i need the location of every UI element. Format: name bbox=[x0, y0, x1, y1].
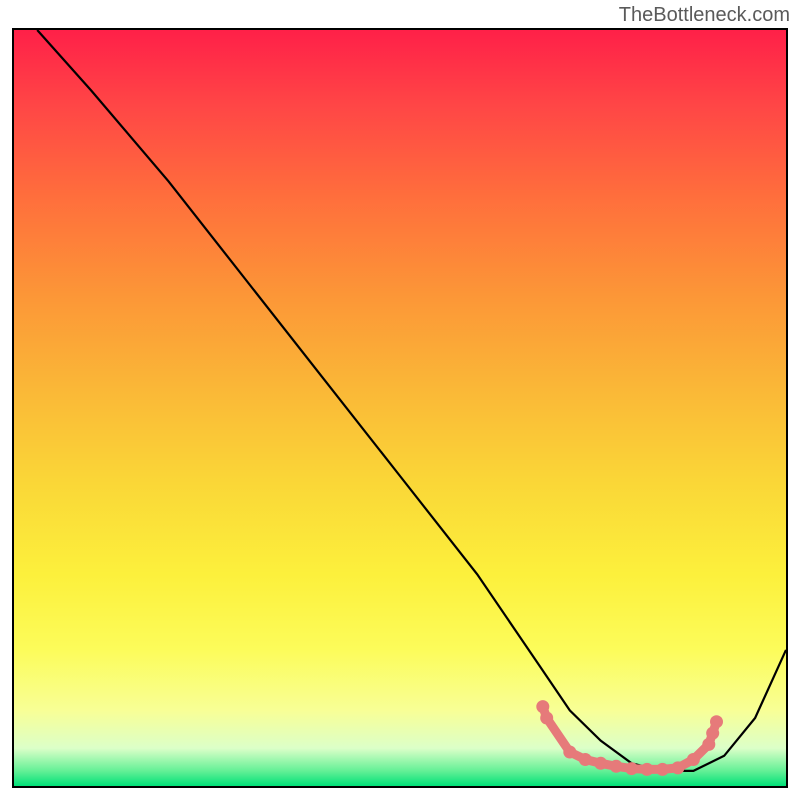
highlight-dot bbox=[687, 753, 700, 766]
highlight-dot bbox=[594, 757, 607, 770]
highlight-dot bbox=[579, 753, 592, 766]
highlight-dot bbox=[641, 763, 654, 776]
chart-svg bbox=[14, 30, 786, 786]
highlight-dot bbox=[540, 712, 553, 725]
highlight-dot bbox=[702, 738, 715, 751]
highlight-dot bbox=[563, 746, 576, 759]
highlight-dot bbox=[710, 715, 723, 728]
highlight-dot bbox=[706, 727, 719, 740]
highlight-markers bbox=[536, 700, 723, 776]
highlight-dot bbox=[671, 761, 684, 774]
chart-frame bbox=[12, 28, 788, 788]
highlight-dot bbox=[610, 760, 623, 773]
highlight-dot bbox=[656, 763, 669, 776]
highlight-dot bbox=[536, 700, 549, 713]
bottleneck-curve bbox=[37, 30, 786, 771]
watermark-text: TheBottleneck.com bbox=[619, 4, 790, 27]
highlight-dot bbox=[625, 762, 638, 775]
